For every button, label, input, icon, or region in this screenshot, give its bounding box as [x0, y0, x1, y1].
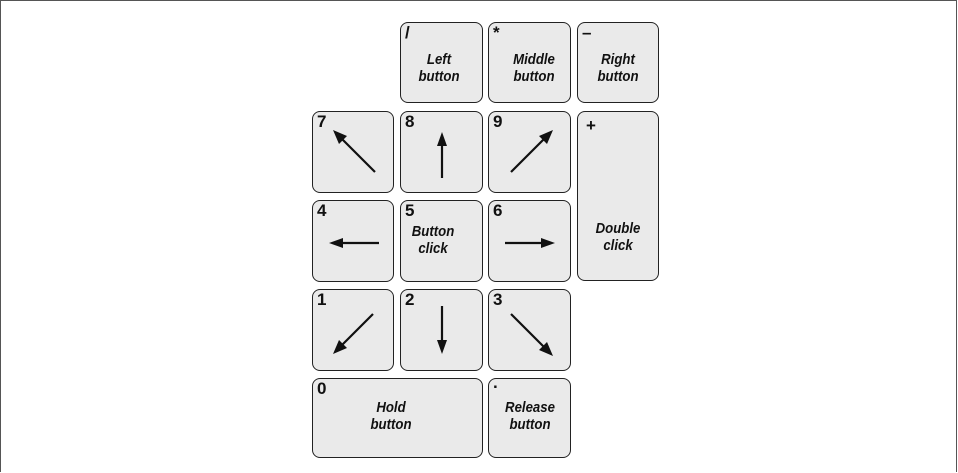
key-label-button-click: Button click: [411, 223, 455, 257]
arrow-down-icon: [437, 306, 447, 354]
arrow-up-left-icon: [333, 130, 376, 173]
key-3: 3: [488, 289, 571, 371]
key-2: 2: [400, 289, 483, 371]
key-symbol: –: [582, 23, 592, 42]
key-dot: . Release button: [488, 373, 571, 458]
key-0: 0 Hold button: [312, 378, 483, 458]
key-label-hold-button: Hold button: [370, 399, 412, 433]
key-star: * Middle button: [488, 22, 571, 103]
key-label-middle-button: Middle button: [513, 51, 555, 85]
key-symbol: 0: [317, 379, 327, 398]
key-symbol: *: [493, 23, 500, 42]
arrow-down-right-icon: [510, 313, 553, 356]
key-5: 5 Button click: [400, 200, 483, 282]
arrow-left-icon: [329, 238, 379, 248]
key-plus: + Double click: [577, 111, 659, 281]
key-minus: – Right button: [577, 22, 659, 103]
key-symbol: /: [405, 23, 410, 42]
key-label-release-button: Release button: [505, 399, 555, 433]
arrow-up-icon: [437, 132, 447, 178]
key-7: 7: [312, 111, 394, 193]
arrow-right-icon: [505, 238, 555, 248]
arrow-up-right-icon: [510, 130, 553, 173]
key-label-double-click: Double click: [595, 220, 641, 254]
key-8: 8: [400, 111, 483, 193]
key-label-left-button: Left button: [418, 51, 460, 85]
key-label-right-button: Right button: [597, 51, 639, 85]
key-slash: / Left button: [400, 22, 483, 103]
key-1: 1: [312, 289, 394, 371]
arrow-down-left-icon: [333, 313, 374, 354]
key-9: 9: [488, 111, 571, 193]
key-symbol: 5: [405, 201, 415, 220]
key-4: 4: [312, 200, 394, 282]
key-symbol: +: [586, 116, 596, 135]
key-6: 6: [488, 200, 571, 282]
key-symbol: .: [493, 373, 498, 392]
